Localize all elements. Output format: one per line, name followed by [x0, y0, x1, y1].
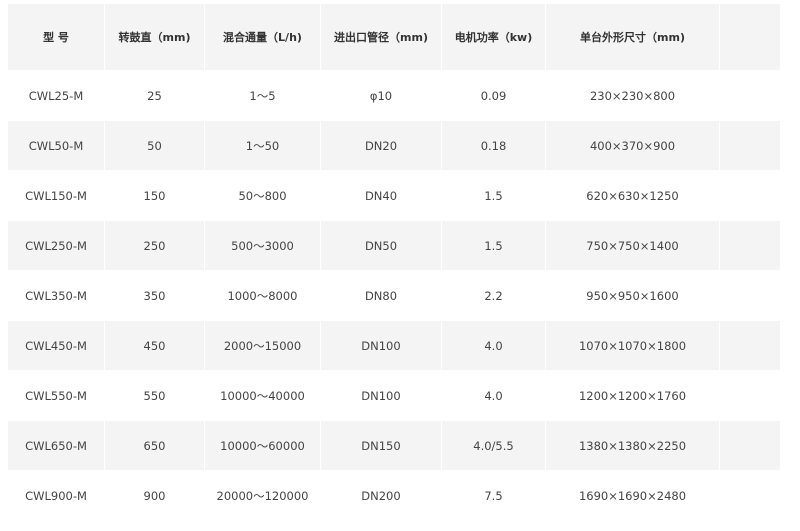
cell-blank: [720, 171, 781, 221]
cell-model: CWL900-M: [8, 471, 105, 521]
cell-model: CWL450-M: [8, 321, 105, 371]
cell-blank: [720, 221, 781, 271]
cell-mixing-flux: 2000～15000: [205, 321, 321, 371]
cell-model: CWL350-M: [8, 271, 105, 321]
cell-motor-power: 4.0/5.5: [442, 421, 546, 471]
header-model: 型 号: [8, 4, 105, 71]
cell-dimensions: 750×750×1400: [546, 221, 720, 271]
cell-dimensions: 1380×1380×2250: [546, 421, 720, 471]
cell-blank: [720, 321, 781, 371]
cell-pipe-diameter: DN20: [321, 121, 442, 171]
cell-drum-diameter: 250: [105, 221, 205, 271]
cell-mixing-flux: 10000～60000: [205, 421, 321, 471]
cell-dimensions: 620×630×1250: [546, 171, 720, 221]
cell-mixing-flux: 500～3000: [205, 221, 321, 271]
table-row: CWL650-M 650 10000～60000 DN150 4.0/5.5 1380×1…: [8, 421, 781, 471]
table-row: CWL250-M 250 500～3000 DN50 1.5 750×750×1400: [8, 221, 781, 271]
cell-blank: [720, 371, 781, 421]
table-row: CWL50-M 50 1～50 DN20 0.18 400×370×900: [8, 121, 781, 171]
cell-pipe-diameter: DN40: [321, 171, 442, 221]
spec-table: 型 号 转鼓直（mm) 混合通量（L/h) 进出口管径（mm) 电机功率（kw)…: [8, 4, 781, 521]
cell-mixing-flux: 1～50: [205, 121, 321, 171]
table-row: CWL150-M 150 50～800 DN40 1.5 620×630×1250: [8, 171, 781, 221]
cell-blank: [720, 71, 781, 121]
cell-dimensions: 950×950×1600: [546, 271, 720, 321]
cell-drum-diameter: 350: [105, 271, 205, 321]
cell-motor-power: 1.5: [442, 221, 546, 271]
cell-drum-diameter: 150: [105, 171, 205, 221]
cell-motor-power: 0.18: [442, 121, 546, 171]
cell-pipe-diameter: DN50: [321, 221, 442, 271]
cell-pipe-diameter: DN80: [321, 271, 442, 321]
table-row: CWL550-M 550 10000～40000 DN100 4.0 1200×1200×…: [8, 371, 781, 421]
cell-pipe-diameter: DN100: [321, 371, 442, 421]
cell-dimensions: 1200×1200×1760: [546, 371, 720, 421]
cell-model: CWL25-M: [8, 71, 105, 121]
cell-motor-power: 7.5: [442, 471, 546, 521]
header-drum-diameter: 转鼓直（mm): [105, 4, 205, 71]
header-mixing-flux: 混合通量（L/h): [205, 4, 321, 71]
cell-model: CWL650-M: [8, 421, 105, 471]
header-dimensions: 单台外形尺寸（mm): [546, 4, 720, 71]
cell-drum-diameter: 450: [105, 321, 205, 371]
cell-model: CWL250-M: [8, 221, 105, 271]
cell-mixing-flux: 1000～8000: [205, 271, 321, 321]
cell-blank: [720, 121, 781, 171]
cell-model: CWL150-M: [8, 171, 105, 221]
cell-dimensions: 230×230×800: [546, 71, 720, 121]
cell-mixing-flux: 10000～40000: [205, 371, 321, 421]
cell-blank: [720, 471, 781, 521]
header-blank: [720, 4, 781, 71]
cell-dimensions: 400×370×900: [546, 121, 720, 171]
cell-blank: [720, 421, 781, 471]
table-row: CWL900-M 900 20000～120000 DN200 7.5 1690×1690…: [8, 471, 781, 521]
cell-drum-diameter: 650: [105, 421, 205, 471]
cell-drum-diameter: 25: [105, 71, 205, 121]
cell-mixing-flux: 50～800: [205, 171, 321, 221]
cell-pipe-diameter: φ10: [321, 71, 442, 121]
cell-blank: [720, 271, 781, 321]
cell-drum-diameter: 900: [105, 471, 205, 521]
cell-drum-diameter: 50: [105, 121, 205, 171]
cell-motor-power: 2.2: [442, 271, 546, 321]
cell-motor-power: 4.0: [442, 321, 546, 371]
cell-dimensions: 1070×1070×1800: [546, 321, 720, 371]
cell-drum-diameter: 550: [105, 371, 205, 421]
header-row: 型 号 转鼓直（mm) 混合通量（L/h) 进出口管径（mm) 电机功率（kw)…: [8, 4, 781, 71]
header-motor-power: 电机功率（kw): [442, 4, 546, 71]
cell-motor-power: 1.5: [442, 171, 546, 221]
table-body: CWL25-M 25 1～5 φ10 0.09 230×230×800 CWL50-M 50 1…: [8, 71, 781, 521]
cell-model: CWL550-M: [8, 371, 105, 421]
cell-motor-power: 0.09: [442, 71, 546, 121]
cell-mixing-flux: 20000～120000: [205, 471, 321, 521]
cell-motor-power: 4.0: [442, 371, 546, 421]
table-row: CWL350-M 350 1000～8000 DN80 2.2 950×950×1600: [8, 271, 781, 321]
cell-pipe-diameter: DN200: [321, 471, 442, 521]
cell-dimensions: 1690×1690×2480: [546, 471, 720, 521]
header-pipe-diameter: 进出口管径（mm): [321, 4, 442, 71]
cell-pipe-diameter: DN150: [321, 421, 442, 471]
cell-mixing-flux: 1～5: [205, 71, 321, 121]
table-row: CWL25-M 25 1～5 φ10 0.09 230×230×800: [8, 71, 781, 121]
cell-model: CWL50-M: [8, 121, 105, 171]
table-row: CWL450-M 450 2000～15000 DN100 4.0 1070×1070×1…: [8, 321, 781, 371]
cell-pipe-diameter: DN100: [321, 321, 442, 371]
